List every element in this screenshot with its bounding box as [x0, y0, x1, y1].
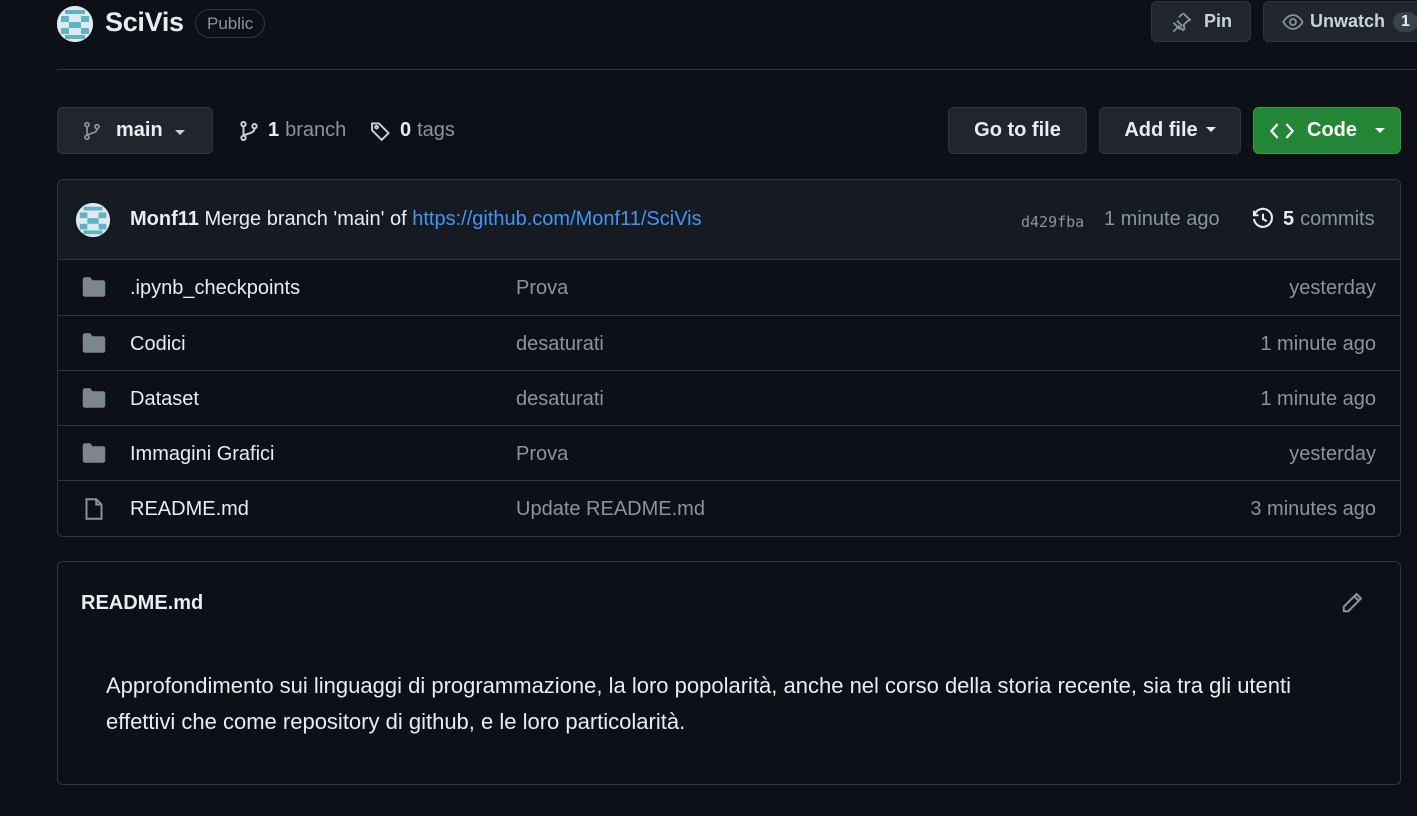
- pin-label: Pin: [1204, 11, 1233, 31]
- git-branch-icon: [240, 120, 258, 141]
- code-label: Code: [1307, 119, 1357, 141]
- repo-name[interactable]: SciVis: [105, 7, 184, 38]
- add-file-label: Add file: [1124, 119, 1198, 141]
- readme-panel: README.md Approfondimento sui linguaggi …: [57, 561, 1401, 785]
- repo-header: SciVis Public Pin Unwatch 1: [57, 0, 1417, 70]
- folder-icon: [82, 276, 106, 304]
- branch-name: main: [116, 119, 163, 141]
- file-commit-message[interactable]: Update README.md: [516, 498, 705, 521]
- file-row[interactable]: README.md Update README.md 3 minutes ago: [58, 480, 1400, 535]
- eye-icon: [1282, 13, 1304, 30]
- pin-icon: [1172, 11, 1192, 32]
- unwatch-button[interactable]: Unwatch 1: [1263, 1, 1417, 42]
- file-commit-message[interactable]: desaturati: [516, 333, 604, 356]
- pin-button[interactable]: Pin: [1151, 1, 1251, 42]
- file-age: 1 minute ago: [1260, 333, 1376, 355]
- folder-icon: [82, 442, 106, 470]
- go-to-file-button[interactable]: Go to file: [948, 107, 1087, 154]
- readme-header: README.md: [58, 562, 1400, 642]
- repo-toolbar: main 1 branch 0 tags Go to file Add file…: [57, 107, 1401, 154]
- avatar[interactable]: [76, 203, 110, 237]
- tag-icon: [371, 121, 390, 141]
- tags-count: 0: [400, 119, 412, 141]
- readme-body: Approfondimento sui linguaggi di program…: [106, 673, 1292, 734]
- commit-link[interactable]: https://github.com/Monf11/SciVis: [412, 208, 701, 230]
- file-row[interactable]: .ipynb_checkpoints Prova yesterday: [58, 260, 1400, 315]
- branch-selector[interactable]: main: [57, 107, 213, 154]
- code-icon: [1270, 123, 1294, 138]
- commit-text[interactable]: Merge branch 'main' of: [204, 208, 406, 230]
- file-commit-message[interactable]: desaturati: [516, 388, 604, 411]
- commits-label: commits: [1300, 207, 1375, 230]
- history-icon: [1252, 207, 1273, 228]
- file-row[interactable]: Immagini Grafici Prova yesterday: [58, 425, 1400, 480]
- readme-title[interactable]: README.md: [81, 592, 203, 615]
- file-age: yesterday: [1289, 443, 1376, 465]
- tags-label: tags: [417, 119, 455, 141]
- pencil-icon[interactable]: [1340, 591, 1364, 620]
- chevron-down-icon: [1205, 127, 1216, 132]
- branches-label: branch: [285, 119, 347, 141]
- git-branch-icon: [84, 121, 100, 140]
- commits-link[interactable]: 5 commits: [1251, 207, 1375, 231]
- latest-commit-bar: Monf11 Merge branch 'main' of https://gi…: [58, 180, 1400, 260]
- commits-count: 5: [1283, 207, 1295, 230]
- branches-link[interactable]: 1 branch: [238, 107, 346, 154]
- file-age: yesterday: [1289, 277, 1376, 299]
- file-commit-message[interactable]: Prova: [516, 443, 568, 466]
- commit-author[interactable]: Monf11: [130, 208, 199, 230]
- file-age: 3 minutes ago: [1250, 498, 1376, 520]
- chevron-down-icon: [1375, 128, 1385, 133]
- avatar[interactable]: [57, 6, 93, 42]
- code-button[interactable]: Code: [1253, 107, 1401, 154]
- file-name[interactable]: README.md: [130, 498, 249, 521]
- commit-age: 1 minute ago: [1104, 208, 1220, 230]
- commit-message: Monf11 Merge branch 'main' of https://gi…: [130, 208, 702, 231]
- file-list: .ipynb_checkpoints Prova yesterday Codic…: [58, 260, 1400, 535]
- watch-count: 1: [1393, 11, 1417, 32]
- file-row[interactable]: Codici desaturati 1 minute ago: [58, 315, 1400, 370]
- file-name[interactable]: .ipynb_checkpoints: [130, 277, 300, 300]
- file-name[interactable]: Codici: [130, 333, 186, 356]
- file-age: 1 minute ago: [1260, 388, 1376, 410]
- folder-icon: [82, 387, 106, 415]
- chevron-down-icon: [174, 129, 185, 135]
- file-name[interactable]: Immagini Grafici: [130, 443, 274, 466]
- add-file-button[interactable]: Add file: [1099, 107, 1241, 154]
- visibility-badge: Public: [195, 9, 266, 38]
- file-browser: Monf11 Merge branch 'main' of https://gi…: [57, 179, 1401, 537]
- folder-icon: [82, 332, 106, 360]
- file-icon: [82, 497, 106, 527]
- unwatch-label: Unwatch: [1310, 11, 1386, 31]
- commit-sha[interactable]: d429fba: [1021, 213, 1084, 231]
- go-to-file-label: Go to file: [974, 119, 1061, 141]
- branches-count: 1: [268, 119, 280, 141]
- file-name[interactable]: Dataset: [130, 388, 199, 411]
- tags-link[interactable]: 0 tags: [370, 107, 455, 154]
- file-commit-message[interactable]: Prova: [516, 277, 568, 300]
- file-row[interactable]: Dataset desaturati 1 minute ago: [58, 370, 1400, 425]
